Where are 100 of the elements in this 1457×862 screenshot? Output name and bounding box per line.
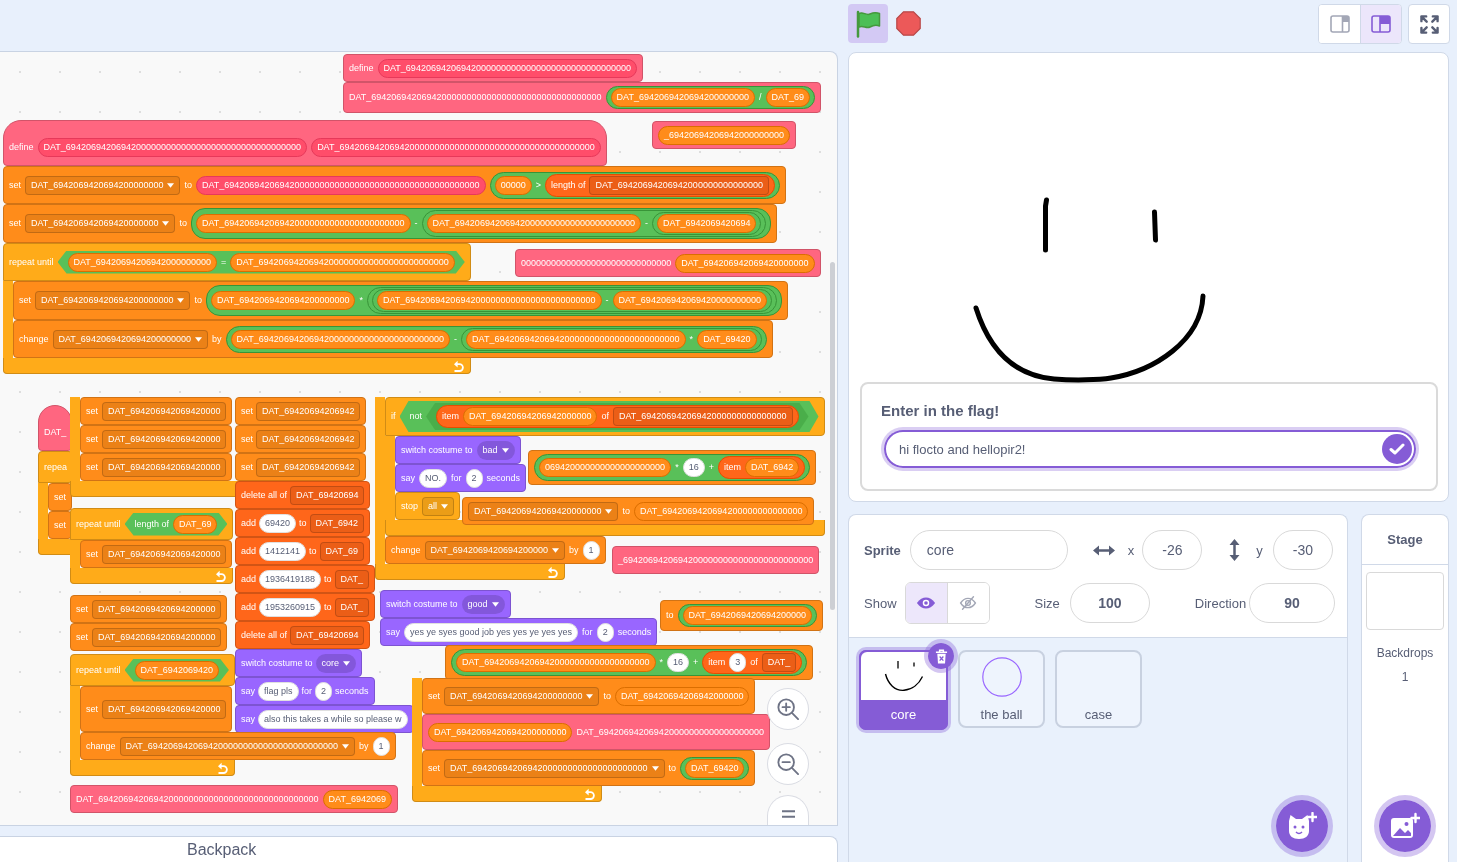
text-input[interactable]: yes ye syes good job yes yes ye yes yes: [404, 622, 579, 642]
x-field[interactable]: -26: [1142, 530, 1203, 570]
variable-reporter: DAT_69: [173, 514, 218, 534]
number-input[interactable]: 16: [667, 653, 690, 672]
variable-reporter: DAT_6942069420694: [657, 214, 757, 233]
number-input[interactable]: 2: [465, 468, 483, 488]
block-dropdown[interactable]: DAT_6942: [309, 513, 364, 533]
block-dropdown[interactable]: DAT_6942069420694200000000: [52, 329, 208, 349]
text-input[interactable]: NO.: [419, 468, 448, 488]
block-dropdown[interactable]: DAT_694206942069420000: [102, 457, 227, 477]
reset-zoom-button[interactable]: [767, 795, 809, 825]
image-plus-icon: [1390, 812, 1420, 840]
number-input[interactable]: 1: [372, 736, 390, 756]
block-label: -: [454, 332, 458, 346]
flag-button[interactable]: [848, 4, 888, 43]
sprite-tile[interactable]: core: [856, 647, 951, 733]
number-input[interactable]: 16: [682, 458, 705, 477]
show-button[interactable]: [905, 583, 947, 623]
caret-icon: [501, 447, 509, 453]
block-dropdown[interactable]: DAT_69420694: [290, 485, 365, 505]
block-dropdown[interactable]: good: [461, 594, 505, 614]
block-dropdown[interactable]: DAT_69420694206942: [256, 457, 361, 477]
caret-icon: [441, 503, 449, 509]
block-dropdown[interactable]: DAT_6942069420694200000000: [25, 175, 181, 195]
block-label: DAT_694206942069420000000000000000000: [576, 725, 764, 739]
block-label: add: [241, 516, 257, 530]
block-dropdown[interactable]: DAT_69420694206942000000000000000000000: [444, 758, 665, 778]
block-dropdown[interactable]: DAT_694206942069420000: [102, 429, 227, 449]
trash-icon: [934, 648, 948, 664]
block-dropdown[interactable]: DAT_69420694206942: [256, 429, 361, 449]
block-label: DAT_: [44, 426, 67, 439]
block-dropdown[interactable]: DAT_694206942069420000000: [25, 214, 176, 233]
block-dropdown[interactable]: DAT_69420694206942: [256, 401, 361, 421]
delete-button[interactable]: [924, 639, 958, 673]
block-dropdown[interactable]: DAT_69: [319, 541, 364, 561]
block-dropdown[interactable]: DAT_694206942069420000: [102, 544, 227, 564]
y-field[interactable]: -30: [1272, 530, 1333, 570]
answer-field[interactable]: hi flocto and hellopir2!: [881, 427, 1419, 471]
block-dropdown[interactable]: DAT_6942069420694200000: [424, 540, 565, 560]
block-dropdown[interactable]: core: [315, 653, 357, 673]
number-input[interactable]: 3: [729, 653, 747, 672]
direction-label: Direction: [1194, 595, 1247, 611]
block-label: length of: [550, 178, 586, 192]
block-dropdown[interactable]: DAT_69420694206942000000000000000: [589, 175, 769, 195]
block-label: to: [299, 516, 307, 530]
sprite-tile[interactable]: case: [1055, 650, 1142, 728]
backdrops-label: Backdrops: [1376, 646, 1434, 660]
block-dropdown[interactable]: DAT_6942069420694200000000: [35, 291, 191, 310]
variable-reporter: DAT_6942069420: [134, 660, 219, 680]
zoom-in-button[interactable]: [767, 688, 809, 730]
y-label: y: [1256, 542, 1263, 558]
block-label: say: [241, 712, 255, 726]
variable-reporter: DAT_6942: [744, 458, 800, 477]
block-label: set: [241, 432, 253, 446]
block-label: to: [668, 761, 677, 775]
fullscreen-icon: [1419, 14, 1439, 34]
sprite-label: Sprite: [864, 542, 901, 558]
number-input[interactable]: 2: [315, 681, 333, 701]
size-field[interactable]: 100: [1069, 583, 1150, 623]
block-dropdown[interactable]: DAT_694206942069420000000: [468, 501, 619, 521]
block-dropdown[interactable]: DAT_69420694206942000000000000000: [613, 407, 793, 426]
zoom-out-button[interactable]: [767, 743, 809, 785]
block-dropdown[interactable]: DAT_6942069420694200000: [92, 599, 222, 619]
block-dropdown[interactable]: DAT_69420694206942000000000000000000000000: [119, 736, 356, 756]
block-dropdown[interactable]: DAT_6942069420694200000: [92, 627, 222, 647]
number-input[interactable]: 1953260915: [259, 597, 322, 617]
block-dropdown[interactable]: DAT_: [334, 569, 369, 589]
block-label: delete all of: [241, 488, 288, 502]
backpack-header[interactable]: Backpack: [0, 836, 838, 862]
fullscreen-button[interactable]: [1408, 4, 1450, 44]
number-input[interactable]: 69420: [259, 513, 297, 533]
block-label: 000000000000000000000000000000: [521, 256, 672, 270]
number-input[interactable]: 2: [596, 622, 614, 642]
block-dropdown[interactable]: DAT_: [761, 653, 797, 672]
block-label: set: [86, 432, 98, 446]
text-input[interactable]: also this takes a while so please w: [258, 709, 408, 729]
caret-icon: [177, 298, 185, 303]
vertical-scrollbar[interactable]: [830, 262, 835, 610]
hide-button[interactable]: [946, 583, 989, 623]
number-input[interactable]: 1936419188: [259, 569, 322, 589]
block-dropdown[interactable]: DAT_694206942069420000: [102, 699, 227, 719]
block-label: set: [241, 460, 253, 474]
direction-field[interactable]: 90: [1249, 583, 1336, 623]
sprite-name-field[interactable]: core: [909, 530, 1068, 570]
block-dropdown[interactable]: DAT_: [334, 597, 369, 617]
normal-stage-button[interactable]: [1360, 5, 1401, 43]
block-label: by: [212, 332, 222, 346]
block-dropdown[interactable]: DAT_69420694: [290, 625, 365, 645]
caret-icon: [343, 660, 351, 666]
block-dropdown[interactable]: bad: [476, 440, 515, 460]
block-dropdown[interactable]: DAT_694206942069420000: [102, 401, 227, 421]
sprite-tile[interactable]: the ball: [958, 650, 1045, 728]
backdrop-thumbnail[interactable]: [1366, 572, 1444, 630]
stop-icon: [896, 11, 921, 36]
block-dropdown[interactable]: DAT_6942069420694200000000: [444, 686, 600, 706]
text-input[interactable]: flag pls: [258, 681, 299, 701]
loop-arrow-icon: [216, 761, 229, 774]
number-input[interactable]: 1: [582, 540, 600, 560]
stop-button[interactable]: [896, 11, 921, 36]
number-input[interactable]: 1412141: [259, 541, 307, 561]
